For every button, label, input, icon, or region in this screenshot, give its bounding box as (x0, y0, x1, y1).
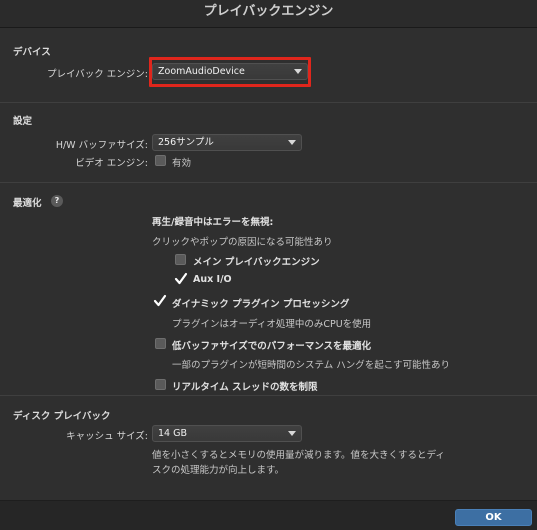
cache-description-line1: 値を小さくするとメモリの使用量が減ります。値を大きくするとディ (152, 450, 445, 461)
main-playback-engine-label: メイン プレイバックエンジン (193, 257, 320, 268)
low-buffer-description: 一部のプラグインが短時間のシステム ハングを起こす可能性あり (172, 360, 451, 371)
cache-description-line2: スクの処理能力が向上します。 (152, 465, 285, 476)
dynamic-plugin-description: プラグインはオーディオ処理中のみCPUを使用 (172, 319, 372, 330)
video-engine-checkbox[interactable] (155, 155, 166, 166)
ignore-errors-description: クリックやポップの原因になる可能性あり (152, 237, 333, 248)
section-divider (0, 395, 537, 396)
cache-size-select[interactable]: 14 GB (152, 425, 302, 442)
device-section-title: デバイス (13, 47, 51, 58)
low-buffer-label: 低バッファサイズでのパフォーマンスを最適化 (172, 341, 372, 352)
video-engine-checkbox-label: 有効 (172, 158, 192, 169)
buffer-size-label: H/W バッファサイズ: (55, 140, 148, 151)
aux-io-checkbox[interactable] (174, 272, 188, 285)
dialog-content: デバイス プレイバック エンジン: ZoomAudioDevice 設定 H/W… (0, 28, 537, 500)
dynamic-plugin-label: ダイナミック プラグイン プロセッシング (172, 299, 350, 310)
ignore-errors-heading: 再生/録音中はエラーを無視: (152, 217, 274, 228)
chevron-down-icon (288, 140, 296, 145)
cache-size-value: 14 GB (158, 428, 187, 439)
limit-threads-label: リアルタイム スレッドの数を制限 (172, 382, 318, 393)
low-buffer-checkbox[interactable] (155, 338, 166, 349)
help-icon[interactable]: ? (51, 195, 63, 207)
buffer-size-select[interactable]: 256サンプル (152, 134, 302, 151)
playback-engine-label: プレイバック エンジン: (46, 69, 148, 80)
dialog-footer: OK (0, 500, 537, 530)
section-divider (0, 102, 537, 103)
disk-playback-section-title: ディスク プレイバック (13, 411, 111, 422)
chevron-down-icon (288, 431, 296, 436)
settings-section-title: 設定 (13, 116, 33, 127)
ok-button[interactable]: OK (455, 509, 532, 526)
video-engine-label: ビデオ エンジン: (75, 158, 148, 169)
optimization-section-title: 最適化 (13, 198, 42, 209)
window-title: プレイバックエンジン (0, 0, 537, 28)
aux-io-label: Aux I/O (193, 274, 232, 285)
main-playback-engine-checkbox[interactable] (175, 254, 186, 265)
buffer-size-value: 256サンプル (158, 137, 214, 148)
limit-threads-checkbox[interactable] (155, 379, 166, 390)
cache-size-label: キャッシュ サイズ: (66, 431, 148, 442)
highlight-box (149, 57, 311, 87)
section-divider (0, 182, 537, 183)
playback-engine-window: プレイバックエンジン デバイス プレイバック エンジン: ZoomAudioDe… (0, 0, 537, 530)
dynamic-plugin-checkbox[interactable] (153, 294, 167, 307)
